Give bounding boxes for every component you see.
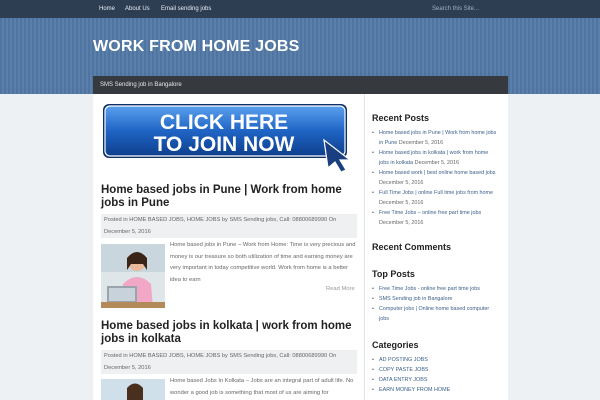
nav-email-sending-jobs[interactable]: Email sending jobs — [161, 0, 211, 18]
recent-comments-heading: Recent Comments — [372, 242, 452, 252]
banner-line2: TO JOIN NOW — [154, 133, 295, 156]
post-meta-line: Posted in HOME BASED JOBS, HOME JOBS by … — [104, 217, 337, 223]
recent-posts-list: Home based jobs in Pune | Work from home… — [372, 128, 504, 228]
content-container: CLICK HERE TO JOIN NOW Home based jobs i… — [93, 94, 508, 400]
secondary-navigation: SMS Sending job in Bangalore — [93, 76, 508, 94]
category-item[interactable]: EARN MONEY FROM HOME — [372, 385, 504, 395]
subnav-item-sms-sending[interactable]: SMS Sending job in Bangalore — [100, 76, 182, 94]
categories-list: AD POSTING JOBS COPY PASTE JOBS DATA ENT… — [372, 355, 504, 395]
nav-home[interactable]: Home — [99, 0, 115, 18]
list-item[interactable]: Free Time Jobs - online free part time j… — [372, 284, 504, 294]
search-input[interactable]: Search this Site... — [422, 2, 508, 16]
list-item[interactable]: Computer jobs | Online home based comput… — [372, 304, 504, 324]
post-excerpt: Home based Jobs In Kolkata – Jobs are an… — [170, 378, 354, 396]
post-title-line: Home based jobs in kolkata | work from h… — [101, 320, 352, 332]
nav-about-us[interactable]: About Us — [125, 0, 150, 18]
post-title-line: jobs in Pune — [101, 197, 170, 209]
post-title-line: jobs in kolkata — [101, 333, 181, 345]
post-thumbnail-kolkata[interactable] — [101, 379, 165, 400]
list-item[interactable]: SMS Sending job in Bangalore — [372, 294, 504, 304]
list-item[interactable]: Free Time Jobs – online free part time j… — [372, 208, 504, 228]
post-meta-line: Posted in HOME BASED JOBS, HOME JOBS by … — [104, 353, 337, 359]
post-title[interactable]: Home based jobs in kolkata | work from h… — [101, 320, 353, 346]
post-meta: Posted in HOME BASED JOBS, HOME JOBS by … — [101, 214, 357, 238]
category-item[interactable]: COPY PASTE JOBS — [372, 365, 504, 375]
category-item[interactable]: AD POSTING JOBS — [372, 355, 504, 365]
list-item[interactable]: Home based work | best online home based… — [372, 168, 504, 188]
category-item[interactable]: DATA ENTRY JOBS — [372, 375, 504, 385]
categories-heading: Categories — [372, 340, 419, 350]
column-divider — [364, 94, 365, 400]
post-title[interactable]: Home based jobs in Pune | Work from home… — [101, 184, 353, 210]
top-posts-heading: Top Posts — [372, 269, 415, 279]
list-item[interactable]: Home based jobs in Pune | Work from home… — [372, 128, 504, 148]
join-now-banner[interactable]: CLICK HERE TO JOIN NOW — [102, 102, 354, 172]
post-meta-date: December 5, 2016 — [104, 229, 151, 235]
recent-posts-heading: Recent Posts — [372, 113, 430, 123]
top-posts-list: Free Time Jobs - online free part time j… — [372, 284, 504, 324]
post-thumbnail-woman-laptop[interactable] — [101, 244, 165, 308]
banner-line1: CLICK HERE — [160, 111, 288, 134]
list-item[interactable]: Full Time Jobs | online Full time jobs f… — [372, 188, 504, 208]
list-item[interactable]: Home based jobs in kolkata | work from h… — [372, 148, 504, 168]
read-more-link[interactable]: Read More — [326, 286, 355, 292]
post-meta: Posted in HOME BASED JOBS, HOME JOBS by … — [101, 350, 357, 374]
top-navigation: Home About Us Email sending jobs Search … — [0, 0, 600, 18]
site-title[interactable]: WORK FROM HOME JOBS — [93, 38, 299, 56]
post-title-line: Home based jobs in Pune | Work from home — [101, 184, 342, 196]
post-meta-date: December 5, 2016 — [104, 365, 151, 371]
post-excerpt: Home based jobs in Pune – Work from Home… — [170, 242, 356, 283]
